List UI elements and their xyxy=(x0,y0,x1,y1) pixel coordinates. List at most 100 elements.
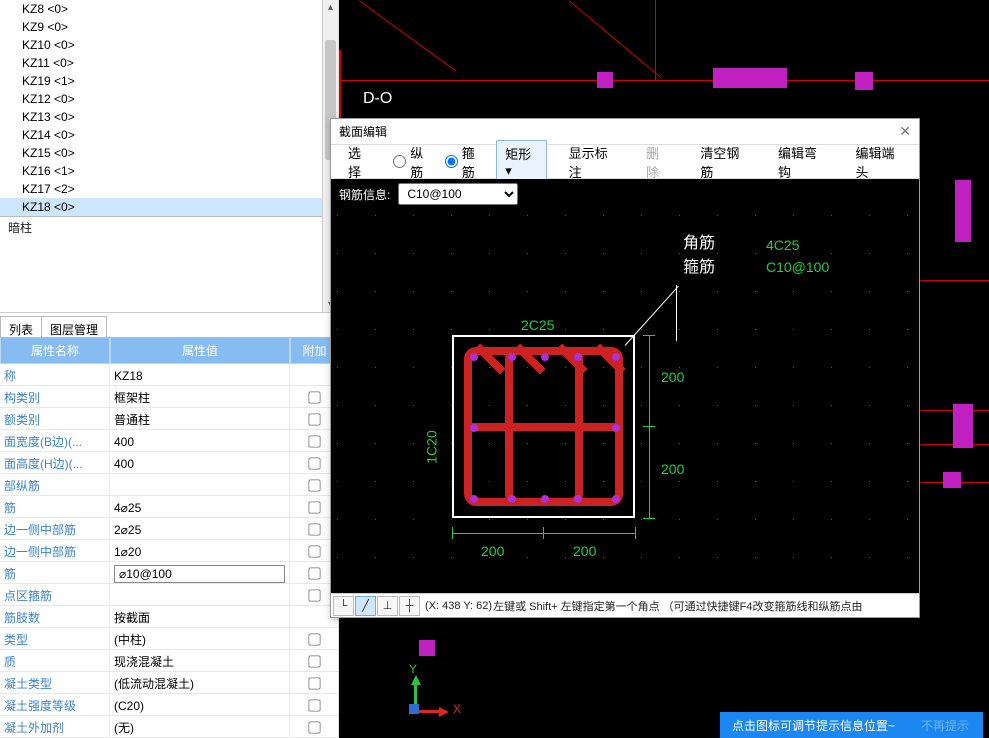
prop-value[interactable]: 400 xyxy=(110,452,290,475)
prop-extra[interactable] xyxy=(290,650,338,673)
prop-name: 凝土类型 xyxy=(0,672,110,695)
prop-value[interactable]: 4⌀25 xyxy=(110,496,290,519)
axis-marker: D-O xyxy=(363,90,392,108)
prop-extra-checkbox[interactable] xyxy=(308,435,320,447)
tree-item[interactable]: KZ14 <0> xyxy=(0,126,338,144)
section-canvas[interactable]: 4C25 C10@100 角筋 箍筋 2C25 1C20 xyxy=(331,209,919,593)
rebar-info-row: 钢筋信息: C10@100 xyxy=(331,179,919,209)
close-icon[interactable]: ✕ xyxy=(899,123,911,140)
tree-item[interactable]: KZ18 <0> xyxy=(0,198,338,216)
prop-value[interactable]: 1⌀20 xyxy=(110,540,290,563)
prop-value[interactable]: (低流动混凝土) xyxy=(110,672,290,695)
prop-value[interactable]: (无) xyxy=(110,716,290,738)
tab-layers[interactable]: 图层管理 xyxy=(41,316,107,337)
prop-extra-checkbox[interactable] xyxy=(308,721,320,733)
prop-value[interactable]: (中柱) xyxy=(110,628,290,651)
prop-extra-checkbox[interactable] xyxy=(308,545,320,557)
prop-value[interactable]: 框架柱 xyxy=(110,386,290,409)
tab-list[interactable]: 列表 xyxy=(0,316,42,337)
right-dim-1: 200 xyxy=(661,369,684,385)
btn-edit-hook[interactable]: 编辑弯钩 xyxy=(769,139,834,185)
properties-table: 属性名称 属性值 附加 称KZ18构类别框架柱额类别普通柱面宽度(B边)(...… xyxy=(0,338,338,738)
property-row: 称KZ18 xyxy=(0,364,338,386)
prop-name: 类型 xyxy=(0,628,110,651)
btn-clear-rebar[interactable]: 清空钢筋 xyxy=(691,139,756,185)
dialog-title: 截面编辑 xyxy=(339,123,387,140)
hint-dismiss[interactable]: 不再提示 xyxy=(907,712,983,738)
tree-item[interactable]: KZ13 <0> xyxy=(0,108,338,126)
prop-extra-checkbox[interactable] xyxy=(308,523,320,535)
prop-value[interactable] xyxy=(110,562,290,585)
prop-extra-checkbox[interactable] xyxy=(308,655,320,667)
property-row: 筋 xyxy=(0,562,338,584)
snap-mode-1[interactable]: └ xyxy=(333,596,354,616)
prop-extra-checkbox[interactable] xyxy=(308,567,320,579)
bottom-dim-1: 200 xyxy=(481,543,504,559)
tree-item[interactable]: KZ15 <0> xyxy=(0,144,338,162)
tree-item[interactable]: KZ19 <1> xyxy=(0,72,338,90)
prop-value[interactable]: (C20) xyxy=(110,694,290,717)
property-row: 筋4⌀25 xyxy=(0,496,338,518)
hint-message: 点击图标可调节提示信息位置~ xyxy=(720,712,907,738)
shape-dropdown[interactable]: 矩形 ▾ xyxy=(496,140,546,183)
status-hint: 左键或 Shift+ 左键指定第一个角点 （可通过快捷键F4改变箍筋线和纵筋点由 xyxy=(493,598,862,614)
component-tree[interactable]: KZ8 <0>KZ9 <0>KZ10 <0>KZ11 <0>KZ19 <1>KZ… xyxy=(0,0,338,313)
tree-footer: 暗柱 xyxy=(0,216,338,238)
tree-item[interactable]: KZ16 <1> xyxy=(0,162,338,180)
tree-item[interactable]: KZ17 <2> xyxy=(0,180,338,198)
property-row: 点区箍筋 xyxy=(0,584,338,606)
property-row: 凝土外加剂(无) xyxy=(0,716,338,738)
tree-item[interactable]: KZ10 <0> xyxy=(0,36,338,54)
left-panel: KZ8 <0>KZ9 <0>KZ10 <0>KZ11 <0>KZ19 <1>KZ… xyxy=(0,0,339,738)
tree-item[interactable]: KZ12 <0> xyxy=(0,90,338,108)
prop-name: 额类别 xyxy=(0,408,110,431)
prop-value[interactable]: 按截面 xyxy=(110,606,290,629)
property-row: 面高度(H边)(...400 xyxy=(0,452,338,474)
btn-edit-end[interactable]: 编辑端头 xyxy=(846,139,911,185)
toggle-show-labels[interactable]: 显示标注 xyxy=(560,139,625,185)
prop-extra-checkbox[interactable] xyxy=(308,589,320,601)
prop-value[interactable]: 400 xyxy=(110,430,290,453)
prop-value[interactable]: 2⌀25 xyxy=(110,518,290,541)
snap-mode-4[interactable]: ┼ xyxy=(399,596,420,616)
prop-extra-checkbox[interactable] xyxy=(308,677,320,689)
prop-extra[interactable] xyxy=(290,716,338,738)
btn-delete[interactable]: 删除 xyxy=(637,139,678,185)
rebar-info-select[interactable]: C10@100 xyxy=(398,183,518,205)
prop-value[interactable] xyxy=(110,474,290,497)
prop-extra-checkbox[interactable] xyxy=(308,391,320,403)
prop-extra-checkbox[interactable] xyxy=(308,457,320,469)
prop-value[interactable] xyxy=(110,584,290,607)
prop-name: 筋肢数 xyxy=(0,606,110,629)
prop-name: 筋 xyxy=(0,562,110,585)
tree-item[interactable]: KZ9 <0> xyxy=(0,18,338,36)
prop-value[interactable]: 普通柱 xyxy=(110,408,290,431)
left-bar-dim: 1C20 xyxy=(424,430,440,463)
radio-longitudinal[interactable]: 纵筋 xyxy=(393,143,431,181)
prop-name: 面宽度(B边)(... xyxy=(0,430,110,453)
property-row: 部纵筋 xyxy=(0,474,338,496)
tool-select[interactable]: 选择 xyxy=(339,139,380,185)
radio-stirrup[interactable]: 箍筋 xyxy=(445,143,483,181)
prop-extra-checkbox[interactable] xyxy=(308,479,320,491)
tree-item[interactable]: KZ11 <0> xyxy=(0,54,338,72)
snap-mode-2[interactable]: ╱ xyxy=(355,596,376,616)
prop-extra[interactable] xyxy=(290,672,338,695)
head-name: 属性名称 xyxy=(0,338,110,364)
property-row: 边一侧中部筋1⌀20 xyxy=(0,540,338,562)
snap-mode-3[interactable]: ⊥ xyxy=(377,596,398,616)
prop-value[interactable]: KZ18 xyxy=(110,364,290,387)
scroll-up-arrow[interactable]: ▴ xyxy=(323,0,338,16)
prop-extra[interactable] xyxy=(290,694,338,717)
prop-value[interactable]: 现浇混凝土 xyxy=(110,650,290,673)
prop-extra[interactable] xyxy=(290,628,338,651)
tree-item[interactable]: KZ8 <0> xyxy=(0,0,338,18)
prop-extra-checkbox[interactable] xyxy=(308,413,320,425)
prop-value-input[interactable] xyxy=(114,565,285,583)
prop-extra-checkbox[interactable] xyxy=(308,699,320,711)
prop-extra-checkbox[interactable] xyxy=(308,501,320,513)
prop-name: 部纵筋 xyxy=(0,474,110,497)
prop-extra-checkbox[interactable] xyxy=(308,633,320,645)
label-corner-bars: 4C25 xyxy=(766,237,799,253)
hint-bar: 点击图标可调节提示信息位置~ 不再提示 xyxy=(720,712,983,738)
